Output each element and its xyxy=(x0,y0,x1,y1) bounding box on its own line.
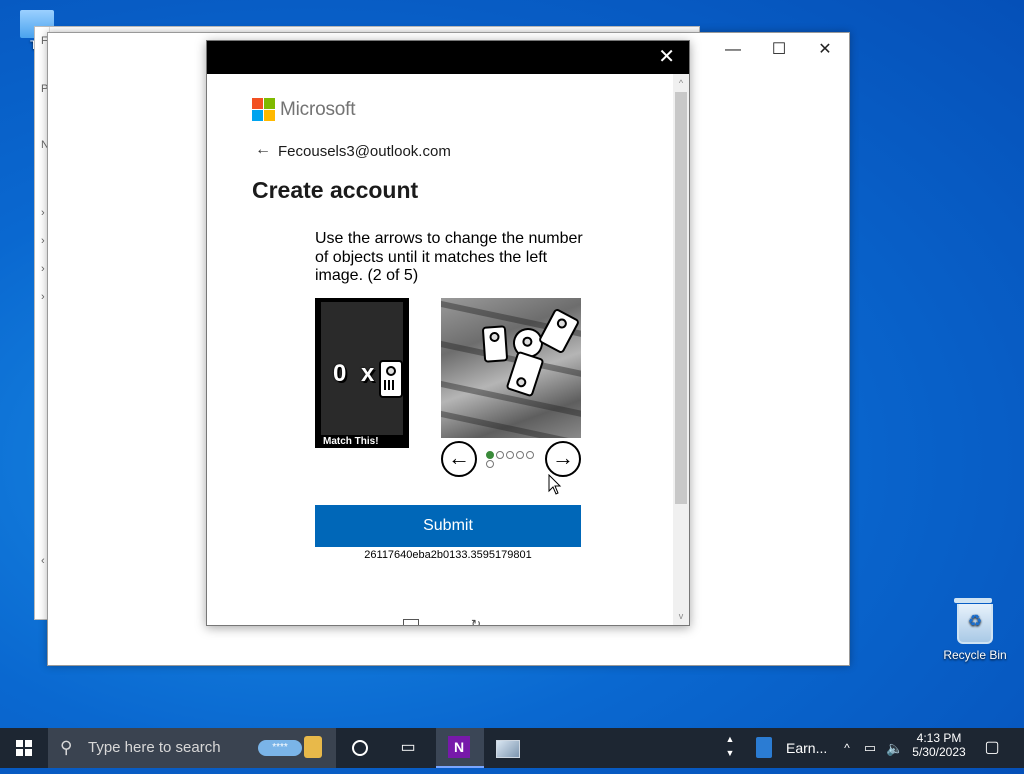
password-icon: **** xyxy=(258,740,302,756)
chevron-up-icon: ^ xyxy=(844,741,850,755)
notification-icon: ▢ xyxy=(984,739,1000,756)
document-taskbar-label: Earn... xyxy=(786,740,828,756)
cortana-button[interactable] xyxy=(338,728,382,768)
mouse-cursor-icon xyxy=(548,474,562,495)
back-arrow-icon[interactable]: ← xyxy=(255,141,271,159)
reference-count: 0 x xyxy=(333,360,379,387)
chevron-up-icon: ▲ xyxy=(725,734,735,744)
refresh-icon[interactable]: ↻ xyxy=(471,617,481,625)
page-dot xyxy=(506,451,514,459)
taskbar-scroll[interactable]: ▲ ▼ xyxy=(722,728,738,772)
candidate-image xyxy=(441,298,581,438)
app-taskbar-button[interactable] xyxy=(486,728,530,768)
search-placeholder: Type here to search xyxy=(88,739,221,756)
clock-date: 5/30/2023 xyxy=(912,745,966,759)
recycle-bin-icon: ♻ xyxy=(954,598,993,644)
reference-caption: Match This! xyxy=(323,436,379,447)
previous-arrow-button[interactable]: ← xyxy=(441,441,477,477)
submit-button[interactable]: Submit xyxy=(315,505,581,547)
reference-image: 0 x Match This! xyxy=(315,298,409,448)
session-id: 26117640eba2b0133.3595179801 xyxy=(364,549,532,561)
page-dot xyxy=(516,451,524,459)
onenote-icon: N xyxy=(448,736,470,758)
volume-muted-icon[interactable]: 🔈 xyxy=(884,728,906,768)
puzzle-icon[interactable] xyxy=(403,619,419,625)
signup-dialog: ✕ ^ v Microsoft ← Fecousels3@outlook.com… xyxy=(206,40,690,626)
onenote-taskbar-button[interactable]: N xyxy=(436,728,484,768)
scroll-thumb[interactable] xyxy=(675,92,687,504)
brand-name: Microsoft xyxy=(280,99,356,120)
show-hidden-icons-button[interactable]: ^ xyxy=(838,728,856,768)
search-icon: ⚲ xyxy=(60,738,73,757)
dialog-scrollbar[interactable]: ^ v xyxy=(673,74,689,625)
taskbar-search-box[interactable]: ⚲ Type here to search **** xyxy=(48,728,336,768)
task-view-icon: ▭ xyxy=(400,739,416,756)
task-view-button[interactable]: ▭ xyxy=(386,728,430,768)
cortana-circle-icon xyxy=(352,740,368,756)
recycle-bin-shortcut[interactable]: ♻ Recycle Bin xyxy=(940,598,1010,662)
page-dot xyxy=(486,460,494,468)
lock-icon xyxy=(304,736,322,758)
chevron-right-icon[interactable]: › xyxy=(41,207,45,219)
close-button[interactable]: ✕ xyxy=(802,39,848,61)
next-arrow-button[interactable]: → xyxy=(545,441,581,477)
network-icon[interactable]: ▭ xyxy=(860,728,880,768)
recycle-bin-label: Recycle Bin xyxy=(943,648,1007,662)
maximize-button[interactable]: ☐ xyxy=(756,39,802,61)
page-dot xyxy=(496,451,504,459)
chevron-right-icon[interactable]: › xyxy=(41,291,45,303)
puzzle-instruction: Use the arrows to change the number of o… xyxy=(315,230,583,284)
chevron-right-icon[interactable]: › xyxy=(41,235,45,247)
dialog-titlebar: ✕ xyxy=(207,41,689,74)
dialog-close-button[interactable]: ✕ xyxy=(658,47,675,67)
minimize-button[interactable]: — xyxy=(710,39,756,61)
clock-time: 4:13 PM xyxy=(916,731,962,745)
document-taskbar-button[interactable]: Earn... xyxy=(750,728,830,768)
notifications-button[interactable]: ▢ xyxy=(978,728,1006,768)
chevron-left-icon[interactable]: ‹ xyxy=(41,555,45,567)
windows-logo-icon xyxy=(16,740,32,756)
page-dot xyxy=(526,451,534,459)
start-button[interactable] xyxy=(0,728,48,768)
account-email: Fecousels3@outlook.com xyxy=(278,143,451,160)
clock[interactable]: 4:13 PM 5/30/2023 xyxy=(908,731,970,759)
robot-icon xyxy=(379,360,403,398)
page-title: Create account xyxy=(252,177,419,203)
chevron-down-icon: ▼ xyxy=(725,748,735,758)
page-dot xyxy=(486,451,494,459)
taskbar: ⚲ Type here to search **** ▭ N ▲ ▼ Earn.… xyxy=(0,728,1024,768)
robot-icon xyxy=(481,325,509,363)
scroll-down-arrow-icon[interactable]: v xyxy=(676,611,686,621)
image-viewer-icon xyxy=(496,740,520,758)
robot-icon xyxy=(537,307,581,355)
chevron-right-icon[interactable]: › xyxy=(41,263,45,275)
document-icon xyxy=(756,737,772,758)
microsoft-logo-icon xyxy=(252,98,275,121)
scroll-up-arrow-icon[interactable]: ^ xyxy=(676,78,686,88)
